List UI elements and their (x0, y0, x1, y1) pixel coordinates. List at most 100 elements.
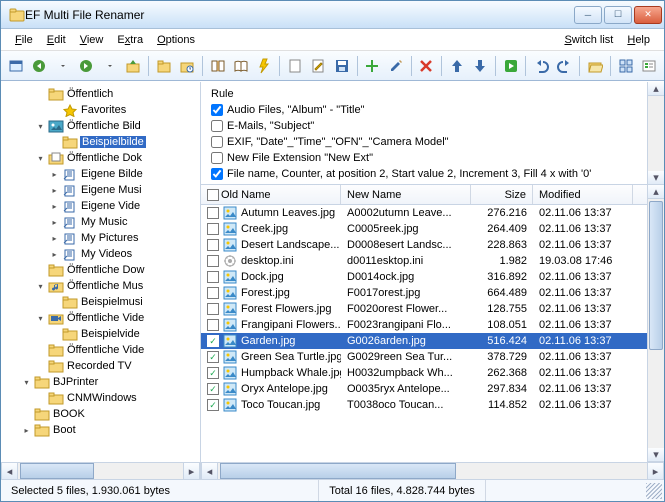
tree-item[interactable]: Favorites (1, 102, 200, 118)
tree-item[interactable]: ▸Eigene Musi (1, 182, 200, 198)
folder-tree[interactable]: ÖffentlichFavorites▾Öffentliche BildBeis… (1, 82, 200, 462)
tree-item[interactable]: Beispielmusi (1, 294, 200, 310)
expander-icon[interactable]: ▸ (49, 233, 60, 244)
go-button[interactable] (500, 55, 521, 77)
tree-item[interactable]: ▸Boot (1, 422, 200, 438)
up-button[interactable] (122, 55, 143, 77)
options-button[interactable] (638, 55, 659, 77)
redo-button[interactable] (554, 55, 575, 77)
expander-icon[interactable]: ▸ (49, 201, 60, 212)
row-checkbox[interactable] (207, 351, 219, 363)
file-list-header[interactable]: Old Name New Name Size Modified (201, 185, 647, 205)
expander-icon[interactable]: ▾ (35, 153, 46, 164)
expander-icon[interactable] (35, 89, 46, 100)
file-row[interactable]: Dock.jpgD0014ock.jpg316.89202.11.06 13:3… (201, 269, 647, 285)
row-checkbox[interactable] (207, 223, 219, 235)
close-button[interactable]: ✕ (634, 6, 662, 24)
tree-item[interactable]: ▸Eigene Vide (1, 198, 200, 214)
expander-icon[interactable] (35, 345, 46, 356)
menu-view[interactable]: View (74, 32, 110, 48)
menu-switch-list[interactable]: Switch list (558, 32, 619, 48)
row-checkbox[interactable] (207, 399, 219, 411)
col-old-name[interactable]: Old Name (201, 185, 341, 204)
tree-item[interactable]: ▾BJPrinter (1, 374, 200, 390)
arrow-down-button[interactable] (470, 55, 491, 77)
back-button[interactable] (28, 55, 49, 77)
arrow-up-button[interactable] (446, 55, 467, 77)
file-list[interactable]: Old Name New Name Size Modified Autumn L… (201, 185, 647, 462)
file-row[interactable]: Frangipani Flowers...F0023rangipani Flo.… (201, 317, 647, 333)
file-row[interactable]: Forest Flowers.jpgF0020orest Flower...12… (201, 301, 647, 317)
rule-checkbox[interactable] (211, 152, 223, 164)
flash-button[interactable] (254, 55, 275, 77)
menu-edit[interactable]: Edit (41, 32, 72, 48)
expander-icon[interactable] (49, 105, 60, 116)
row-checkbox[interactable] (207, 287, 219, 299)
expander-icon[interactable]: ▾ (35, 313, 46, 324)
file-row[interactable]: Autumn Leaves.jpgA0002utumn Leave...276.… (201, 205, 647, 221)
expander-icon[interactable]: ▾ (35, 121, 46, 132)
rule-checkbox[interactable] (211, 168, 223, 180)
new-button[interactable] (284, 55, 305, 77)
file-row[interactable]: Garden.jpgG0026arden.jpg516.42402.11.06 … (201, 333, 647, 349)
expander-icon[interactable] (49, 329, 60, 340)
open-button[interactable] (584, 55, 605, 77)
tree-item[interactable]: ▸My Pictures (1, 230, 200, 246)
file-row[interactable]: Toco Toucan.jpgT0038oco Toucan...114.852… (201, 397, 647, 413)
book-button[interactable] (207, 55, 228, 77)
menu-file[interactable]: File (9, 32, 39, 48)
tree-item[interactable]: Öffentliche Vide (1, 342, 200, 358)
row-checkbox[interactable] (207, 335, 219, 347)
edit-button[interactable] (385, 55, 406, 77)
select-all-checkbox[interactable] (207, 189, 219, 201)
file-row[interactable]: Creek.jpgC0005reek.jpg264.40902.11.06 13… (201, 221, 647, 237)
expander-icon[interactable]: ▸ (49, 249, 60, 260)
col-modified[interactable]: Modified (533, 185, 633, 204)
file-v-scrollbar[interactable]: ▴▾ (647, 185, 664, 462)
tree-item[interactable]: Beispielbilde (1, 134, 200, 150)
tree-item[interactable]: ▸My Videos (1, 246, 200, 262)
delete-button[interactable] (416, 55, 437, 77)
recent-button[interactable] (176, 55, 197, 77)
row-checkbox[interactable] (207, 383, 219, 395)
edit-doc-button[interactable] (308, 55, 329, 77)
tree-item[interactable]: CNMWindows (1, 390, 200, 406)
expander-icon[interactable] (35, 361, 46, 372)
rule-checkbox[interactable] (211, 136, 223, 148)
expander-icon[interactable] (21, 409, 32, 420)
file-row[interactable]: Forest.jpgF0017orest.jpg664.48902.11.06 … (201, 285, 647, 301)
tree-item[interactable]: BOOK (1, 406, 200, 422)
maximize-button[interactable]: ☐ (604, 6, 632, 24)
menu-help[interactable]: Help (621, 32, 656, 48)
tree-item[interactable]: Öffentliche Dow (1, 262, 200, 278)
expander-icon[interactable]: ▾ (21, 377, 32, 388)
rule-item[interactable]: File name, Counter, at position 2, Start… (211, 166, 641, 182)
menu-extra[interactable]: Extra (111, 32, 149, 48)
rule-item[interactable]: E-Mails, "Subject" (211, 118, 641, 134)
row-checkbox[interactable] (207, 319, 219, 331)
col-new-name[interactable]: New Name (341, 185, 471, 204)
rule-item[interactable]: Audio Files, "Album" - "Title" (211, 102, 641, 118)
expander-icon[interactable]: ▸ (49, 217, 60, 228)
tree-item[interactable]: ▾Öffentliche Vide (1, 310, 200, 326)
tree-item[interactable]: ▸Eigene Bilde (1, 166, 200, 182)
undo-button[interactable] (530, 55, 551, 77)
expander-icon[interactable]: ▾ (35, 281, 46, 292)
expander-icon[interactable] (35, 393, 46, 404)
expander-icon[interactable]: ▸ (49, 169, 60, 180)
row-checkbox[interactable] (207, 303, 219, 315)
back-menu-button[interactable] (52, 55, 73, 77)
file-row[interactable]: Oryx Antelope.jpgO0035ryx Antelope...297… (201, 381, 647, 397)
file-row[interactable]: desktop.inid0011esktop.ini1.98219.03.08 … (201, 253, 647, 269)
rule-list[interactable]: Audio Files, "Album" - "Title"E-Mails, "… (207, 102, 641, 182)
titlebar[interactable]: EF Multi File Renamer ─ ☐ ✕ (1, 1, 664, 29)
row-checkbox[interactable] (207, 271, 219, 283)
tree-item[interactable]: ▾Öffentliche Mus (1, 278, 200, 294)
col-size[interactable]: Size (471, 185, 533, 204)
rule-checkbox[interactable] (211, 120, 223, 132)
forward-menu-button[interactable] (99, 55, 120, 77)
row-checkbox[interactable] (207, 255, 219, 267)
folder-button[interactable] (153, 55, 174, 77)
rule-item[interactable]: EXIF, "Date"_"Time"_"OFN"_"Camera Model" (211, 134, 641, 150)
expander-icon[interactable]: ▸ (49, 185, 60, 196)
